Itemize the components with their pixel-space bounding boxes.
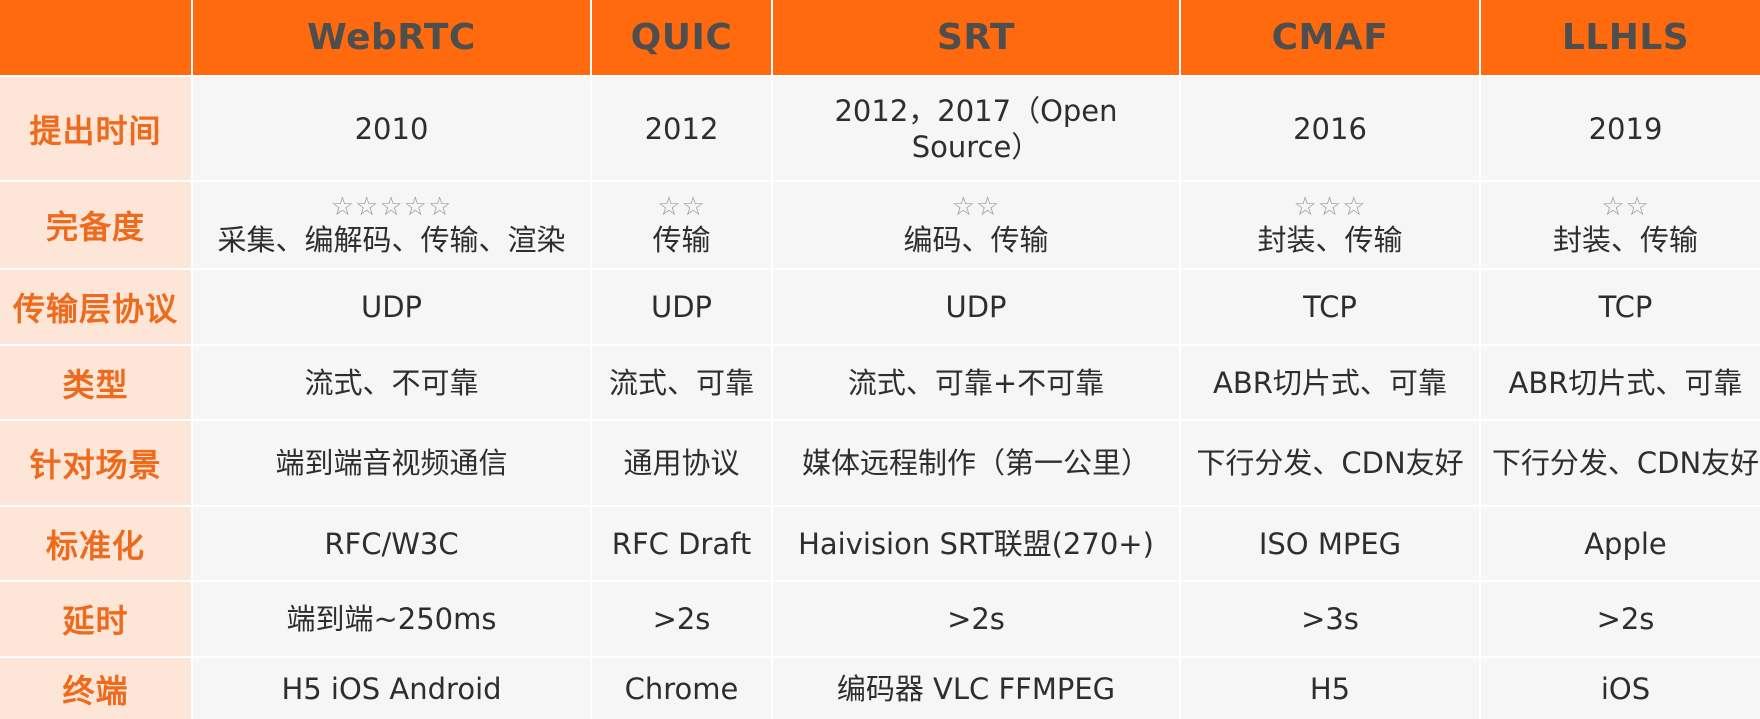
cell-quic-terminal: Chrome: [592, 658, 771, 719]
cell-quic-standard: RFC Draft: [592, 507, 771, 580]
cell-srt-proposed-time: 2012，2017（Open Source）: [773, 77, 1179, 180]
cell-srt-standard: Haivision SRT联盟(270+): [773, 507, 1179, 580]
cell-llhls-latency: >2s: [1481, 582, 1760, 656]
cell-cmaf-proposed-time: 2016: [1181, 77, 1479, 180]
cell-cmaf-type: ABR切片式、可靠: [1181, 346, 1479, 419]
cell-quic-type: 流式、可靠: [592, 346, 771, 419]
cell-srt-latency: >2s: [773, 582, 1179, 656]
star-rating-icon: ☆☆☆: [1293, 192, 1367, 222]
completeness-text: 封装、传输: [1257, 223, 1403, 257]
row-label-proposed-time: 提出时间: [0, 77, 191, 180]
corner-header-cell: [0, 0, 191, 75]
cell-llhls-proposed-time: 2019: [1481, 77, 1760, 180]
cell-srt-terminal: 编码器 VLC FFMPEG: [773, 658, 1179, 719]
cell-quic-proposed-time: 2012: [592, 77, 771, 180]
cell-webrtc-standard: RFC/W3C: [193, 507, 590, 580]
cell-llhls-standard: Apple: [1481, 507, 1760, 580]
cell-webrtc-scenario: 端到端音视频通信: [193, 421, 590, 505]
cell-cmaf-terminal: H5: [1181, 658, 1479, 719]
star-rating-icon: ☆☆: [1601, 192, 1650, 222]
comparison-table: WebRTC QUIC SRT CMAF LLHLS 提出时间 2010 201…: [0, 0, 1760, 719]
star-rating-icon: ☆☆: [657, 192, 706, 222]
column-header-webrtc: WebRTC: [193, 0, 590, 75]
row-label-type: 类型: [0, 346, 191, 419]
cell-cmaf-standard: ISO MPEG: [1181, 507, 1479, 580]
row-label-latency: 延时: [0, 582, 191, 656]
cell-webrtc-type: 流式、不可靠: [193, 346, 590, 419]
cell-llhls-scenario: 下行分发、CDN友好: [1481, 421, 1760, 505]
cell-llhls-transport: TCP: [1481, 270, 1760, 344]
cell-webrtc-proposed-time: 2010: [193, 77, 590, 180]
cell-webrtc-latency: 端到端~250ms: [193, 582, 590, 656]
cell-llhls-completeness: ☆☆ 封装、传输: [1481, 182, 1760, 268]
star-rating-icon: ☆☆☆☆☆: [330, 192, 453, 222]
cell-quic-scenario: 通用协议: [592, 421, 771, 505]
cell-cmaf-transport: TCP: [1181, 270, 1479, 344]
completeness-text: 采集、编解码、传输、渲染: [217, 223, 566, 257]
star-rating-icon: ☆☆: [951, 192, 1001, 222]
column-header-llhls: LLHLS: [1481, 0, 1760, 75]
row-label-target-scenario: 针对场景: [0, 421, 191, 505]
cell-cmaf-scenario: 下行分发、CDN友好: [1181, 421, 1479, 505]
cell-webrtc-transport: UDP: [193, 270, 590, 344]
completeness-text: 封装、传输: [1552, 223, 1698, 257]
cell-cmaf-latency: >3s: [1181, 582, 1479, 656]
cell-llhls-type: ABR切片式、可靠: [1481, 346, 1760, 419]
row-label-completeness: 完备度: [0, 182, 191, 268]
column-header-quic: QUIC: [592, 0, 771, 75]
row-label-transport-protocol: 传输层协议: [0, 270, 191, 344]
column-header-srt: SRT: [773, 0, 1179, 75]
column-header-cmaf: CMAF: [1181, 0, 1479, 75]
cell-srt-completeness: ☆☆ 编码、传输: [773, 182, 1179, 268]
cell-srt-type: 流式、可靠+不可靠: [773, 346, 1179, 419]
cell-srt-transport: UDP: [773, 270, 1179, 344]
row-label-standardization: 标准化: [0, 507, 191, 580]
completeness-text: 编码、传输: [903, 223, 1049, 257]
cell-srt-scenario: 媒体远程制作（第一公里）: [773, 421, 1179, 505]
cell-quic-latency: >2s: [592, 582, 771, 656]
row-label-terminal: 终端: [0, 658, 191, 719]
cell-cmaf-completeness: ☆☆☆ 封装、传输: [1181, 182, 1479, 268]
cell-quic-completeness: ☆☆ 传输: [592, 182, 771, 268]
cell-quic-transport: UDP: [592, 270, 771, 344]
cell-webrtc-terminal: H5 iOS Android: [193, 658, 590, 719]
cell-webrtc-completeness: ☆☆☆☆☆ 采集、编解码、传输、渲染: [193, 182, 590, 268]
completeness-text: 传输: [652, 223, 711, 257]
cell-llhls-terminal: iOS: [1481, 658, 1760, 719]
